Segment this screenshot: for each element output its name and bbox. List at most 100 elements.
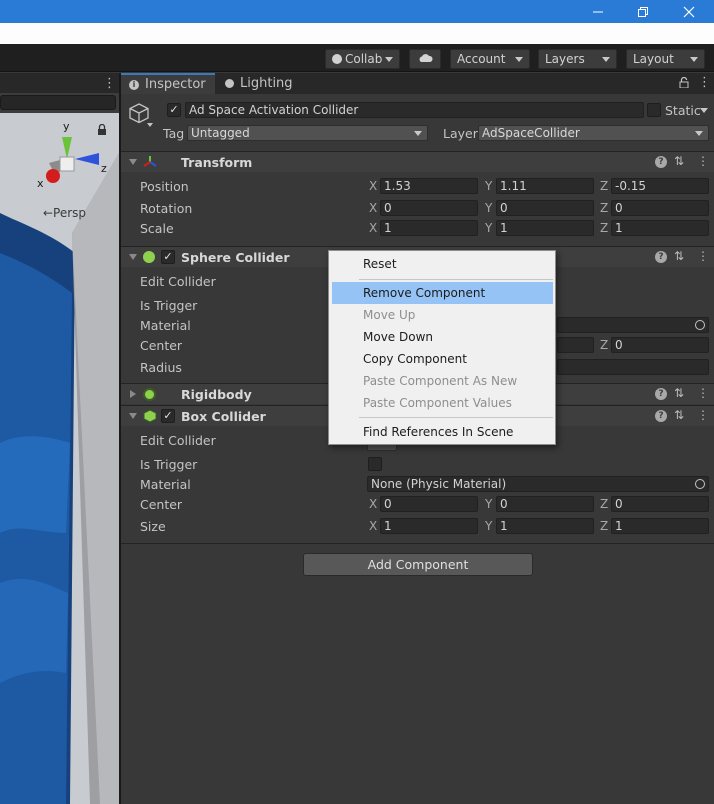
restore-button[interactable] — [620, 0, 666, 23]
help-icon[interactable]: ? — [655, 156, 667, 168]
axis-z-label[interactable]: Z — [600, 179, 608, 193]
tag-label: Tag — [163, 126, 185, 141]
gizmo-z-label: z — [101, 162, 107, 175]
chevron-down-icon[interactable] — [147, 123, 153, 127]
kebab-menu-icon[interactable]: ⋮ — [103, 76, 116, 91]
help-icon[interactable]: ? — [655, 251, 667, 263]
scene-view[interactable]: ⋮ y z x ←Persp — [0, 73, 119, 804]
rotation-y-field[interactable]: 0 — [496, 200, 594, 216]
layout-dropdown[interactable]: Layout — [626, 49, 705, 69]
axis-x-label[interactable]: X — [369, 519, 377, 533]
radius-field[interactable] — [557, 359, 709, 375]
rotation-z-field[interactable]: 0 — [611, 200, 709, 216]
lock-icon[interactable] — [679, 76, 689, 91]
axis-x-label[interactable]: X — [369, 497, 377, 511]
lock-icon[interactable] — [97, 123, 107, 138]
axis-z-label[interactable]: Z — [600, 497, 608, 511]
chevron-down-icon — [515, 56, 523, 62]
menu-item-move-down[interactable]: Move Down — [332, 326, 553, 348]
close-button[interactable] — [666, 0, 712, 23]
axis-z-label[interactable]: Z — [600, 221, 608, 235]
box-center-y-field[interactable]: 0 — [496, 496, 594, 512]
scale-y-field[interactable]: 1 — [496, 220, 594, 236]
axis-z-label[interactable]: Z — [600, 519, 608, 533]
position-z-field[interactable]: -0.15 — [611, 178, 709, 194]
presets-icon[interactable]: ⇅ — [674, 386, 684, 400]
box-size-y-field[interactable]: 1 — [496, 518, 594, 534]
is-trigger-label: Is Trigger — [140, 457, 198, 472]
axis-x-label[interactable]: X — [369, 201, 377, 215]
collab-button[interactable]: Collab — [325, 49, 400, 69]
box-center-x-field[interactable]: 0 — [380, 496, 478, 512]
object-picker-icon[interactable] — [695, 320, 705, 330]
presets-icon[interactable]: ⇅ — [674, 154, 684, 168]
foldout-arrow-icon[interactable] — [129, 159, 137, 165]
presets-icon[interactable]: ⇅ — [674, 408, 684, 422]
scene-search-field[interactable] — [0, 95, 116, 110]
position-y-field[interactable]: 1.11 — [496, 178, 594, 194]
tab-inspector[interactable]: i Inspector — [121, 73, 215, 94]
axis-y-label[interactable]: Y — [485, 221, 492, 235]
tag-dropdown[interactable]: Untagged — [187, 125, 428, 141]
active-checkbox[interactable]: ✓ — [167, 103, 181, 117]
sphere-center-y-field[interactable] — [557, 337, 594, 353]
scale-x-field[interactable]: 1 — [380, 220, 478, 236]
menu-separator — [359, 417, 553, 418]
persp-label[interactable]: ←Persp — [43, 206, 86, 220]
axis-x-label[interactable]: X — [369, 179, 377, 193]
presets-icon[interactable]: ⇅ — [674, 249, 684, 263]
help-icon[interactable]: ? — [655, 388, 667, 400]
axis-x-label[interactable]: X — [369, 221, 377, 235]
cloud-button[interactable] — [409, 49, 441, 69]
axis-y-label[interactable]: Y — [485, 201, 492, 215]
box-center-z-field[interactable]: 0 — [611, 496, 709, 512]
foldout-arrow-icon[interactable] — [130, 390, 136, 398]
info-icon: i — [129, 79, 139, 90]
static-label[interactable]: Static — [665, 103, 701, 118]
radius-label: Radius — [140, 360, 182, 375]
position-x-field[interactable]: 1.53 — [380, 178, 478, 194]
axis-y-label[interactable]: Y — [485, 497, 492, 511]
account-dropdown[interactable]: Account — [450, 49, 530, 69]
kebab-menu-icon[interactable]: ⋮ — [697, 154, 709, 168]
menu-item-paste-values: Paste Component Values — [363, 396, 512, 410]
sphere-collider-enabled-checkbox[interactable]: ✓ — [161, 250, 175, 264]
menu-item-copy-component[interactable]: Copy Component — [332, 348, 553, 370]
sphere-center-z-field[interactable]: 0 — [611, 337, 709, 353]
axis-z-label[interactable]: Z — [600, 201, 608, 215]
scale-z-field[interactable]: 1 — [611, 220, 709, 236]
transform-header[interactable]: Transform ? ⇅ ⋮ — [121, 151, 714, 172]
box-collider-enabled-checkbox[interactable]: ✓ — [161, 409, 175, 423]
foldout-arrow-icon[interactable] — [129, 254, 137, 260]
add-component-button[interactable]: Add Component — [303, 553, 533, 576]
rotation-x-field[interactable]: 0 — [380, 200, 478, 216]
menu-item-reset[interactable]: Reset — [332, 253, 553, 275]
axis-z-label[interactable]: Z — [600, 338, 608, 352]
axis-y-label[interactable]: Y — [485, 519, 492, 533]
bulb-icon — [225, 79, 234, 88]
foldout-arrow-icon[interactable] — [129, 413, 137, 419]
menu-item-remove-component[interactable]: Remove Component — [332, 282, 553, 304]
object-name-field[interactable]: Ad Space Activation Collider — [185, 102, 644, 118]
kebab-menu-icon[interactable]: ⋮ — [697, 249, 709, 263]
sphere-material-field[interactable] — [557, 317, 709, 333]
box-material-field[interactable]: None (Physic Material) — [367, 476, 709, 492]
axis-y-label[interactable]: Y — [485, 179, 492, 193]
chevron-down-icon[interactable] — [700, 108, 708, 113]
kebab-menu-icon[interactable]: ⋮ — [697, 386, 709, 400]
static-checkbox[interactable] — [647, 103, 661, 117]
section-divider — [121, 543, 714, 544]
help-icon[interactable]: ? — [655, 410, 667, 422]
box-size-x-field[interactable]: 1 — [380, 518, 478, 534]
box-collider-icon — [143, 409, 157, 426]
layers-dropdown[interactable]: Layers — [538, 49, 617, 69]
minimize-button[interactable] — [575, 0, 621, 23]
kebab-menu-icon[interactable]: ⋮ — [698, 75, 711, 90]
box-size-z-field[interactable]: 1 — [611, 518, 709, 534]
is-trigger-checkbox[interactable] — [368, 457, 382, 471]
kebab-menu-icon[interactable]: ⋮ — [697, 408, 709, 422]
layer-dropdown[interactable]: AdSpaceCollider — [478, 125, 709, 141]
tab-lighting[interactable]: Lighting — [217, 73, 317, 94]
object-picker-icon[interactable] — [695, 479, 705, 489]
menu-item-find-references[interactable]: Find References In Scene — [332, 421, 553, 443]
